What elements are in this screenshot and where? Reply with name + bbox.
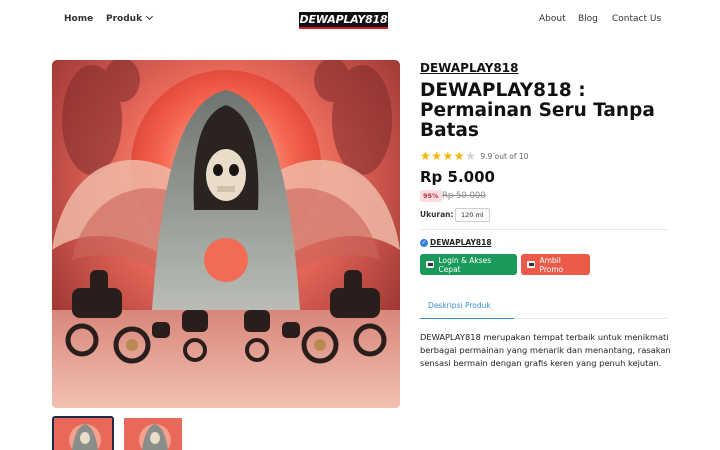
chevron-down-icon [146,12,154,21]
product-main-image[interactable] [52,60,400,408]
monitor-icon [426,261,435,268]
star-icon: ★ [442,149,454,163]
tab-description[interactable]: Deskripsi Produk [420,292,514,319]
monitor-icon [527,261,536,268]
thumbnail-image [54,418,112,450]
star-icon: ★ [431,149,443,163]
login-button-label: Login & Akses Cepat [438,255,492,274]
product-price: Rp 5.000 [420,168,495,186]
site-logo[interactable]: DEWAPLAY818 [299,12,388,29]
promo-button[interactable]: Ambil Promo [521,254,590,275]
seller-info: ✓ DEWAPLAY818 [420,238,492,247]
promo-button-label: Ambil Promo [539,255,564,274]
seller-name[interactable]: DEWAPLAY818 [430,238,492,247]
nav-about-link[interactable]: About [539,14,566,24]
star-icon: ★ [453,149,465,163]
product-description: DEWAPLAY818 merupakan tempat terbaik unt… [420,332,671,368]
star-icon: ★ [420,149,431,163]
rating-stars: ★ ★ ★ ★ ★ 9.9 out of 10 [420,150,528,162]
nav-contact-link[interactable]: Contact Us [612,14,661,24]
divider [420,229,668,230]
discount-badge: 95% [420,190,442,202]
rating-text: 9.9 out of 10 [480,151,529,161]
login-button[interactable]: Login & Akses Cepat [420,254,517,275]
star-icon: ★ [465,149,476,163]
size-option[interactable]: 120 ml [455,208,490,222]
reaper-artwork [52,60,400,408]
product-brand-link[interactable]: DEWAPLAY818 [420,61,518,75]
product-title: DEWAPLAY818 : Permainan Seru Tanpa Batas [420,80,655,141]
original-price: Rp 50.000 [442,191,486,201]
thumbnail-image [124,418,182,450]
nav-blog-link[interactable]: Blog [578,14,598,24]
verified-check-icon: ✓ [420,238,428,247]
top-navbar: Home Produk DEWAPLAY818 About Blog Conta… [0,0,720,40]
product-thumbnail-1[interactable] [52,416,114,450]
size-label: Ukuran: [420,210,454,219]
nav-produk-label: Produk [106,14,143,24]
nav-produk-menu[interactable]: Produk [106,12,154,24]
nav-home-link[interactable]: Home [64,14,93,24]
product-thumbnail-2[interactable] [122,416,184,450]
